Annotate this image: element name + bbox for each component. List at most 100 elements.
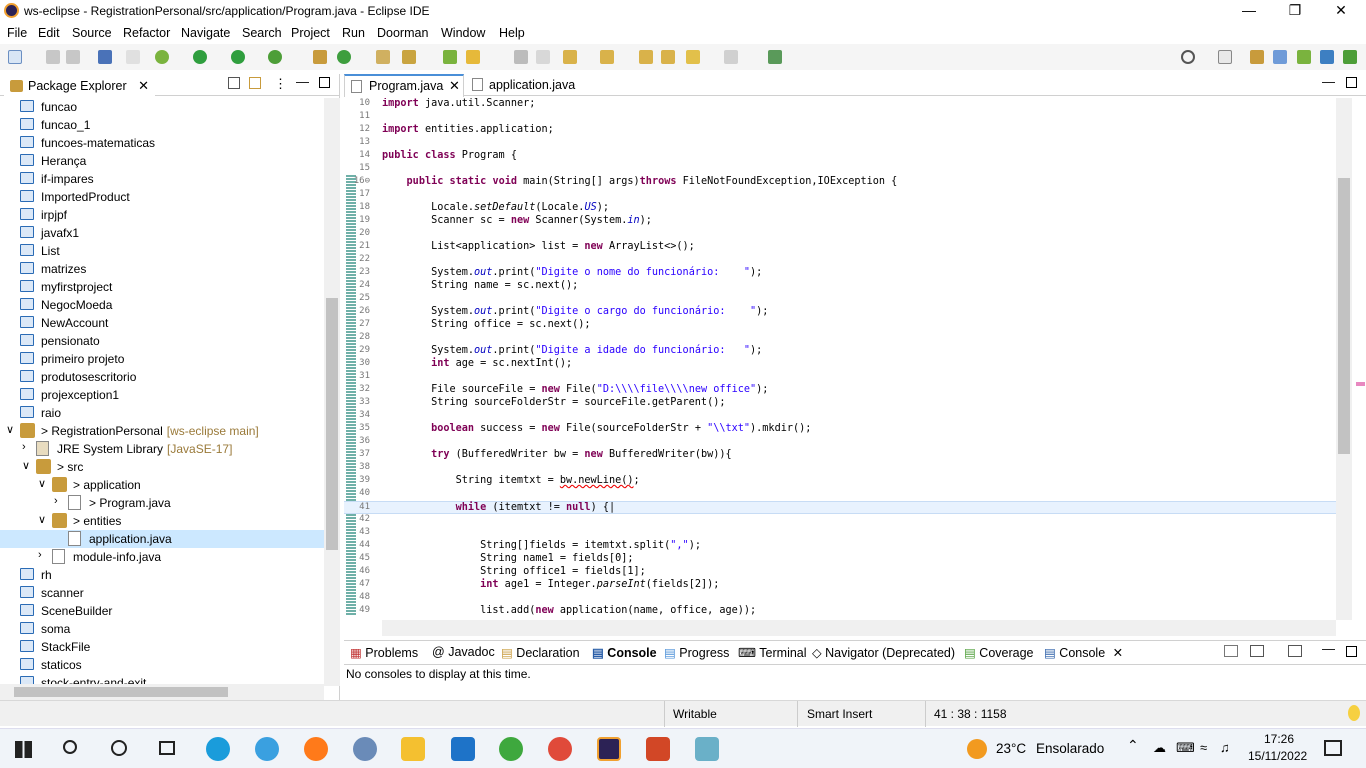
- close-button[interactable]: ✕: [1326, 2, 1356, 20]
- close-icon[interactable]: ✕: [1113, 646, 1123, 660]
- tree-item[interactable]: pensionato: [0, 332, 324, 350]
- code-line[interactable]: 34: [344, 410, 1336, 423]
- menu-file[interactable]: File: [7, 26, 27, 40]
- tree-item[interactable]: scanner: [0, 584, 324, 602]
- firefox-icon[interactable]: [304, 737, 328, 761]
- editor-tab-program[interactable]: Program.java ✕: [344, 74, 464, 97]
- code-line[interactable]: 19 Scanner sc = new Scanner(System.in);: [344, 215, 1336, 228]
- pin-console-icon[interactable]: [1224, 645, 1238, 657]
- last-edit-icon[interactable]: [639, 50, 653, 64]
- back-icon[interactable]: [686, 50, 700, 64]
- restore-button[interactable]: ❐: [1280, 2, 1310, 20]
- tree-item[interactable]: › > Program.java: [0, 494, 324, 512]
- tip-icon[interactable]: [1348, 705, 1360, 721]
- git-perspective-icon[interactable]: [1320, 50, 1334, 64]
- tree-item[interactable]: NewAccount: [0, 314, 324, 332]
- forward-edit-icon[interactable]: [661, 50, 675, 64]
- bug-perspective-icon[interactable]: [1297, 50, 1311, 64]
- coverage-icon[interactable]: [231, 50, 245, 64]
- tab-javadoc[interactable]: @ Javadoc: [432, 645, 495, 659]
- code-line[interactable]: 21 List<application> list = new ArrayLis…: [344, 241, 1336, 254]
- chrome-icon[interactable]: [548, 737, 572, 761]
- tree-item[interactable]: matrizes: [0, 260, 324, 278]
- code-line[interactable]: 14 public class Program {: [344, 150, 1336, 163]
- code-editor[interactable]: 10 import java.util.Scanner; 11 12 import en…: [344, 98, 1336, 620]
- code-line[interactable]: 23 System.out.print("Digite o nome do fu…: [344, 267, 1336, 280]
- run-icon[interactable]: [193, 50, 207, 64]
- link-with-editor-icon[interactable]: [249, 77, 261, 89]
- menu-navigate[interactable]: Navigate: [181, 26, 230, 40]
- edge-icon[interactable]: [206, 737, 230, 761]
- task-view-icon[interactable]: [159, 741, 175, 755]
- code-line[interactable]: 32 File sourceFile = new File("D:\\\\fil…: [344, 384, 1336, 397]
- tab-problems[interactable]: ▦ Problems: [350, 645, 418, 660]
- save-all-icon[interactable]: [66, 50, 80, 64]
- tree-item[interactable]: rh: [0, 566, 324, 584]
- tab-console-2[interactable]: ▤ Console ✕: [1044, 645, 1124, 660]
- menu-edit[interactable]: Edit: [38, 26, 60, 40]
- code-line[interactable]: 46 String office1 = fields[1];: [344, 566, 1336, 579]
- code-line[interactable]: 40: [344, 488, 1336, 501]
- tree-item[interactable]: funcao: [0, 98, 324, 116]
- chevron-right-icon[interactable]: ›: [54, 495, 58, 507]
- menu-project[interactable]: Project: [291, 26, 330, 40]
- minimize-button[interactable]: —: [1234, 2, 1264, 20]
- mark-occurrences-icon[interactable]: [466, 50, 480, 64]
- menu-run[interactable]: Run: [342, 26, 365, 40]
- chevron-down-icon[interactable]: ∨: [38, 513, 46, 526]
- tab-progress[interactable]: ▤ Progress: [664, 645, 729, 660]
- code-line[interactable]: 25: [344, 293, 1336, 306]
- chevron-right-icon[interactable]: ›: [22, 441, 26, 453]
- tree-item[interactable]: projexception1: [0, 386, 324, 404]
- tab-console[interactable]: ▤ Console: [592, 645, 657, 660]
- code-line[interactable]: 22: [344, 254, 1336, 267]
- editor-tab-application[interactable]: application.java: [468, 74, 580, 96]
- pin-editor-icon[interactable]: [768, 50, 782, 64]
- tree-item[interactable]: funcao_1: [0, 116, 324, 134]
- maximize-view-icon[interactable]: [319, 77, 330, 88]
- tab-navigator[interactable]: ◇ Navigator (Deprecated): [812, 645, 955, 660]
- code-line[interactable]: 31: [344, 371, 1336, 384]
- open-type-icon[interactable]: [376, 50, 390, 64]
- tree-item[interactable]: primeiro projeto: [0, 350, 324, 368]
- file-explorer-icon[interactable]: [401, 737, 425, 761]
- chevron-down-icon[interactable]: ∨: [22, 459, 30, 472]
- menu-help[interactable]: Help: [499, 26, 525, 40]
- display-console-icon[interactable]: [1250, 645, 1264, 657]
- menu-search[interactable]: Search: [242, 26, 282, 40]
- menu-doorman[interactable]: Doorman: [377, 26, 428, 40]
- tree-item[interactable]: raio: [0, 404, 324, 422]
- windows-start-icon[interactable]: [15, 741, 32, 758]
- code-line[interactable]: 24 String name = sc.next();: [344, 280, 1336, 293]
- code-line[interactable]: 43: [344, 527, 1336, 540]
- tree-vertical-scrollbar[interactable]: [324, 98, 340, 686]
- code-line[interactable]: 45 String name1 = fields[0];: [344, 553, 1336, 566]
- code-line[interactable]: 33 String sourceFolderStr = sourceFile.g…: [344, 397, 1336, 410]
- code-line[interactable]: 41 while (itemtxt != null) {|: [344, 501, 1336, 514]
- code-line[interactable]: 17: [344, 189, 1336, 202]
- tree-item[interactable]: if-impares: [0, 170, 324, 188]
- external-tools-icon[interactable]: [268, 50, 282, 64]
- tree-item[interactable]: List: [0, 242, 324, 260]
- eclipse-taskbar-icon[interactable]: [597, 737, 621, 761]
- save-icon[interactable]: [46, 50, 60, 64]
- minimize-view-icon[interactable]: —: [1322, 641, 1335, 656]
- code-line[interactable]: 20: [344, 228, 1336, 241]
- tree-item[interactable]: › JRE System Library [JavaSE-17]: [0, 440, 324, 458]
- new-class-icon[interactable]: [337, 50, 351, 64]
- chevron-down-icon[interactable]: ∨: [6, 423, 14, 436]
- code-line[interactable]: 28: [344, 332, 1336, 345]
- new-icon[interactable]: [8, 50, 22, 64]
- chevron-down-icon[interactable]: ∨: [38, 477, 46, 490]
- tree-item[interactable]: ∨ > RegistrationPersonal [ws-eclipse main]: [0, 422, 324, 440]
- tree-item[interactable]: javafx1: [0, 224, 324, 242]
- internet-explorer-icon[interactable]: [255, 737, 279, 761]
- code-line[interactable]: 10 import java.util.Scanner;: [344, 98, 1336, 111]
- clock-time[interactable]: 17:26: [1264, 732, 1294, 746]
- editor-vertical-scrollbar[interactable]: [1336, 98, 1352, 620]
- tree-item[interactable]: ImportedProduct: [0, 188, 324, 206]
- mail-icon[interactable]: [451, 737, 475, 761]
- maximize-editor-icon[interactable]: [1346, 77, 1357, 88]
- tree-item[interactable]: funcoes-matematicas: [0, 134, 324, 152]
- menu-refactor[interactable]: Refactor: [123, 26, 170, 40]
